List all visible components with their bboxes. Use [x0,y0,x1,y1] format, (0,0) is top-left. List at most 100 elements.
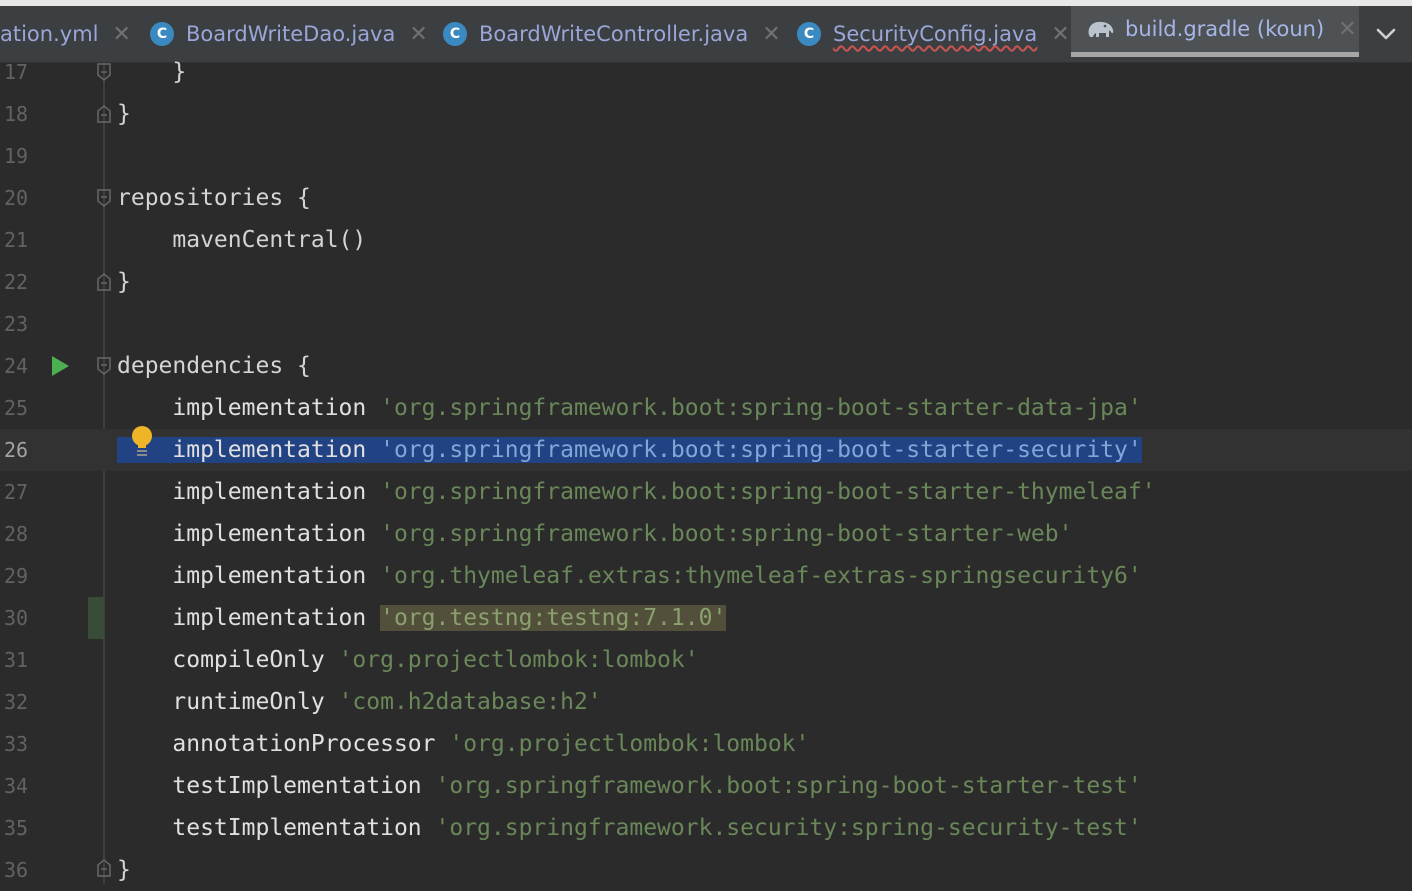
code-line[interactable]: 17 } [0,51,1412,93]
close-icon[interactable]: ✕ [409,22,427,47]
line-code: } [117,59,187,85]
line-code: } [117,857,131,883]
line-number: 32 [4,690,29,714]
code-line[interactable]: 19 [0,135,1412,177]
tab-label: ation.yml [0,22,99,46]
code-string: 'org.springframework.security:spring-sec… [435,815,1142,841]
code-keyword: implementation [117,605,381,631]
tab-label: BoardWriteController.java [479,22,749,46]
fold-end-icon[interactable] [96,273,112,291]
code-editor[interactable]: 17 } 18 } 19 20 repositories { 21 mavenC… [0,59,1412,884]
code-string-selected: 'org.springframework.boot:spring-boot-st… [380,437,1142,463]
line-code: testImplementation 'org.springframework.… [117,765,1142,807]
line-number: 31 [4,648,29,672]
code-line[interactable]: 20 repositories { [0,177,1412,219]
code-line[interactable]: 27 implementation 'org.springframework.b… [0,471,1412,513]
line-number: 22 [4,270,29,294]
chevron-down-icon[interactable] [1374,22,1398,46]
code-keyword: implementation [117,479,381,505]
code-keyword: implementation [117,563,381,589]
line-code: implementation 'org.springframework.boot… [117,387,1142,429]
line-number: 29 [4,564,29,588]
line-code: dependencies { [117,353,311,379]
line-number: 21 [4,228,29,252]
code-keyword: implementation [117,521,381,547]
close-icon[interactable]: ✕ [762,22,780,47]
line-code: repositories { [117,185,311,211]
line-number: 25 [4,396,29,420]
code-string-highlighted: 'org.testng:testng:7.1.0' [380,605,727,631]
code-line[interactable]: 23 [0,303,1412,345]
line-number: 17 [4,60,29,84]
code-string: 'org.thymeleaf.extras:thymeleaf-extras-s… [380,563,1142,589]
code-line[interactable]: 18 } [0,93,1412,135]
code-keyword-selected: implementation [117,437,381,463]
tab-build-gradle[interactable]: build.gradle (koun) ✕ [1071,6,1359,57]
line-code: implementation 'org.testng:testng:7.1.0' [117,597,727,639]
code-line-current[interactable]: 26 implementation 'org.springframework.b… [0,429,1412,471]
close-icon[interactable]: ✕ [1338,17,1356,42]
code-line[interactable]: 22 } [0,261,1412,303]
class-c-icon: C [797,22,821,46]
code-line[interactable]: 35 testImplementation 'org.springframewo… [0,807,1412,849]
code-line[interactable]: 34 testImplementation 'org.springframewo… [0,765,1412,807]
vcs-change-marker[interactable] [88,597,104,639]
line-number: 23 [4,312,29,336]
lightbulb-icon[interactable] [130,425,156,459]
fold-end-icon[interactable] [96,859,112,877]
line-code: mavenCentral() [117,227,367,253]
line-number: 33 [4,732,29,756]
fold-end-icon[interactable] [96,63,112,81]
line-number: 36 [4,858,29,882]
code-string: 'org.springframework.boot:spring-boot-st… [380,395,1142,421]
fold-start-icon[interactable] [96,189,112,207]
code-string: 'org.projectlombok:lombok' [449,731,810,757]
line-number: 24 [4,354,29,378]
code-string: 'org.springframework.boot:spring-boot-st… [435,773,1142,799]
code-string: 'com.h2database:h2' [338,689,602,715]
line-code: } [117,101,131,127]
code-line[interactable]: 25 implementation 'org.springframework.b… [0,387,1412,429]
line-number: 28 [4,522,29,546]
code-keyword: testImplementation [117,815,436,841]
line-number: 35 [4,816,29,840]
code-string: 'org.springframework.boot:spring-boot-st… [380,521,1073,547]
fold-start-icon[interactable] [96,357,112,375]
code-line[interactable]: 28 implementation 'org.springframework.b… [0,513,1412,555]
line-code: implementation 'org.thymeleaf.extras:thy… [117,555,1142,597]
code-line[interactable]: 29 implementation 'org.thymeleaf.extras:… [0,555,1412,597]
line-number: 20 [4,186,29,210]
code-string: 'org.springframework.boot:spring-boot-st… [380,479,1156,505]
code-line[interactable]: 33 annotationProcessor 'org.projectlombo… [0,723,1412,765]
fold-end-icon[interactable] [96,105,112,123]
tab-label: SecurityConfig.java [833,22,1038,46]
code-keyword: runtimeOnly [117,689,339,715]
code-keyword: annotationProcessor [117,731,450,757]
line-code: compileOnly 'org.projectlombok:lombok' [117,639,698,681]
tab-label: build.gradle (koun) [1125,17,1325,41]
line-number: 34 [4,774,29,798]
code-line[interactable]: 30 implementation 'org.testng:testng:7.1… [0,597,1412,639]
code-line[interactable]: 32 runtimeOnly 'com.h2database:h2' [0,681,1412,723]
run-play-icon[interactable] [50,355,70,377]
code-line[interactable]: 36 } [0,849,1412,891]
code-keyword: compileOnly [117,647,339,673]
line-number: 27 [4,480,29,504]
tab-label: BoardWriteDao.java [186,22,396,46]
line-code: implementation 'org.springframework.boot… [117,513,1072,555]
code-line[interactable]: 21 mavenCentral() [0,219,1412,261]
line-code: testImplementation 'org.springframework.… [117,807,1142,849]
line-number: 26 [4,438,29,462]
close-icon[interactable]: ✕ [113,22,131,47]
class-c-icon: C [150,22,174,46]
line-number: 30 [4,606,29,630]
code-line[interactable]: 31 compileOnly 'org.projectlombok:lombok… [0,639,1412,681]
code-keyword: implementation [117,395,381,421]
code-line[interactable]: 24 dependencies { [0,345,1412,387]
line-number: 19 [4,144,29,168]
close-icon[interactable]: ✕ [1051,22,1069,47]
gradle-elephant-icon [1088,21,1114,37]
line-code: annotationProcessor 'org.projectlombok:l… [117,723,809,765]
code-keyword: testImplementation [117,773,436,799]
class-c-icon: C [443,22,467,46]
